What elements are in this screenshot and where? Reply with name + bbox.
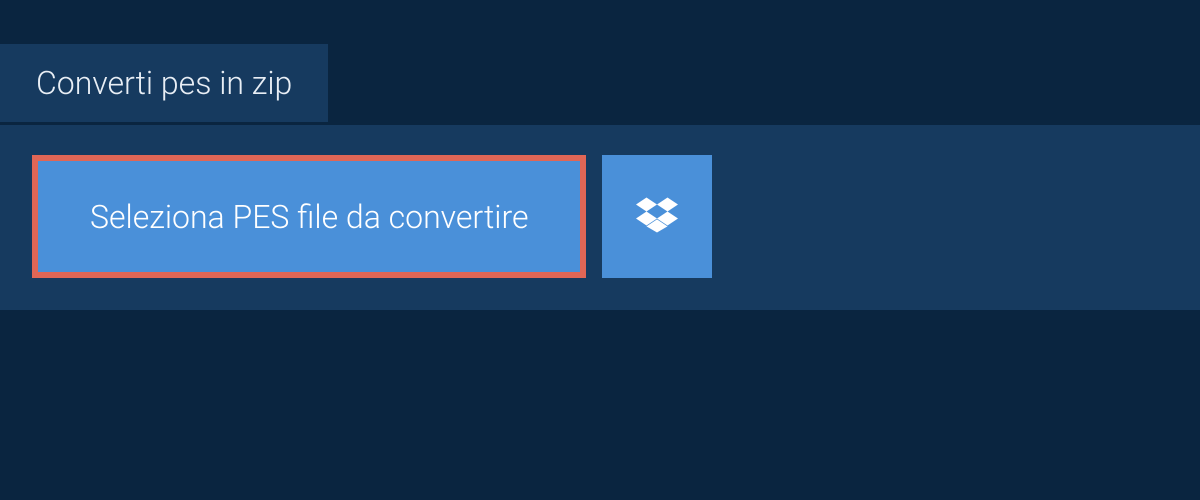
tab-convert[interactable]: Converti pes in zip — [0, 44, 328, 122]
select-file-button[interactable]: Seleziona PES file da convertire — [32, 155, 586, 278]
dropbox-button[interactable] — [602, 155, 712, 278]
dropbox-icon — [636, 194, 678, 240]
content-panel: Seleziona PES file da convertire — [0, 125, 1200, 310]
tab-label: Converti pes in zip — [36, 64, 292, 102]
select-file-label: Seleziona PES file da convertire — [90, 198, 528, 236]
button-group: Seleziona PES file da convertire — [32, 155, 1168, 278]
